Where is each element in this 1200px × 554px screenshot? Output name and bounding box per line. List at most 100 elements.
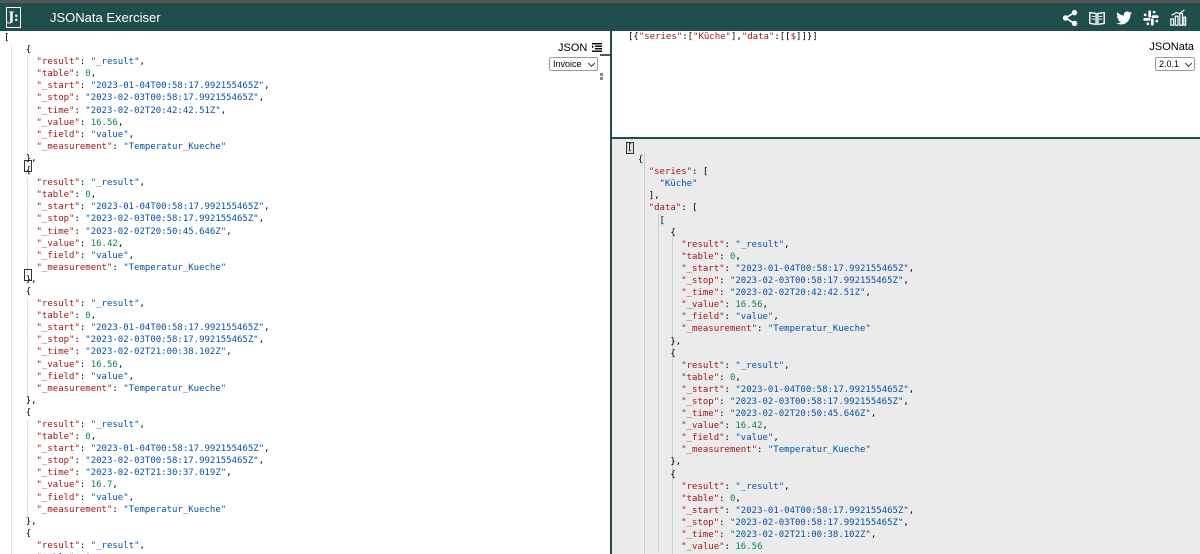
code-line: "_measurement": "Temperatur_Kueche"	[681, 324, 871, 335]
code-line: "_start": "2023-01-04T00:58:17.992155465…	[36, 81, 270, 92]
code-line: },	[25, 516, 37, 527]
code-line: "_time": "2023-02-02T20:42:42.51Z",	[681, 288, 871, 299]
code-line: [	[4, 33, 10, 43]
code-line: "_field": "value",	[36, 371, 135, 382]
book-icon[interactable]	[1087, 8, 1107, 28]
code-line: "_stop": "2023-02-03T00:58:17.992155465Z…	[36, 456, 265, 467]
code-line: "_start": "2023-01-04T00:58:17.992155465…	[681, 505, 915, 516]
stats-icon[interactable]	[1168, 8, 1188, 28]
code-line: "_measurement": "Temperatur_Kueche"	[681, 445, 871, 456]
code-line: "result": "_result",	[36, 540, 145, 551]
format-icon[interactable]	[592, 43, 603, 55]
input-scroll-overview[interactable]	[600, 31, 610, 554]
code-line: "_value": 16.56,	[681, 300, 768, 311]
code-line: "_start": "2023-01-04T00:58:17.992155465…	[681, 384, 915, 395]
input-editor[interactable]: [ { "result": "_result", "table": 0, "_s…	[0, 31, 610, 554]
code-line: "result": "_result",	[36, 178, 145, 189]
code-line: "result": "_result",	[36, 299, 145, 310]
code-line: [	[659, 215, 665, 226]
code-line: "_stop": "2023-02-03T00:58:17.992155465Z…	[681, 396, 909, 407]
twitter-icon[interactable]	[1114, 8, 1134, 28]
code-line: "_stop": "2023-02-03T00:58:17.992155465Z…	[36, 335, 265, 346]
sample-select-value: Invoice	[553, 59, 582, 69]
code-line: "_value": 16.56,	[36, 117, 124, 128]
result-json-code: [ { "series": [ "Küche" ], "data": [ [ {…	[627, 142, 914, 553]
code-line: "table": 0,	[36, 190, 97, 201]
code-line: "_start": "2023-01-04T00:58:17.992155465…	[36, 444, 270, 455]
code-line: "table": 0,	[681, 493, 741, 504]
format-label: JSON	[558, 42, 588, 54]
sample-select[interactable]: Invoice	[549, 57, 598, 71]
code-line: "result": "_result",	[681, 481, 790, 492]
code-line: "_time": "2023-02-02T20:50:45.646Z",	[36, 226, 232, 237]
code-line: "table": 0,	[681, 251, 741, 262]
code-line: "_time": "2023-02-02T20:50:45.646Z",	[681, 409, 877, 420]
expression-code: [{"series":["Küche"],"data":[[$]]}]	[628, 31, 818, 43]
code-line: {	[25, 407, 32, 418]
code-line: "result": "_result",	[36, 57, 145, 68]
code-line: "Küche"	[659, 179, 698, 190]
version-select-value: 2.0.1	[1159, 59, 1180, 69]
code-line: },	[25, 274, 37, 285]
code-line: "_time": "2023-02-02T21:30:37.019Z",	[36, 468, 232, 479]
code-line: {	[25, 166, 32, 177]
code-line: "_value": 16.56,	[36, 359, 124, 370]
version-select[interactable]: 2.0.1	[1155, 57, 1195, 71]
code-line: "table": 0,	[36, 69, 97, 80]
code-line: "table": 0,	[36, 311, 97, 322]
code-line: "table": 0,	[36, 432, 97, 443]
code-line: {	[670, 348, 676, 359]
jsonata-label: JSONata	[1149, 41, 1194, 53]
code-line: "data": [	[648, 203, 698, 214]
code-line: "_stop": "2023-02-03T00:58:17.992155465Z…	[681, 276, 909, 287]
code-line: },	[670, 457, 682, 468]
code-line: "_value": 16.7,	[36, 480, 118, 491]
code-line: "_start": "2023-01-04T00:58:17.992155465…	[681, 263, 915, 274]
code-line: "_stop": "2023-02-03T00:58:17.992155465Z…	[36, 93, 265, 104]
chevron-down-icon	[587, 59, 596, 68]
code-line: "_field": "value",	[36, 250, 135, 261]
top-bar: J: JSONata Exerciser	[0, 0, 1200, 31]
code-line: "_value": 16.56	[681, 542, 763, 553]
code-line: {	[25, 45, 32, 56]
code-line: "_stop": "2023-02-03T00:58:17.992155465Z…	[681, 517, 909, 528]
code-line: {	[25, 528, 32, 539]
code-line: {	[637, 155, 644, 166]
code-line: "_stop": "2023-02-03T00:58:17.992155465Z…	[36, 214, 265, 225]
code-line: },	[25, 395, 37, 406]
code-line: [{"series":["Küche"],"data":[[$]]}]	[628, 32, 818, 42]
format-json-label[interactable]: JSON	[558, 42, 603, 55]
code-line: "series": [	[648, 167, 709, 178]
result-panel: [ { "series": [ "Küche" ], "data": [ [ {…	[612, 139, 1200, 554]
code-line: "_time": "2023-02-02T21:00:38.102Z",	[681, 530, 877, 540]
slack-icon[interactable]	[1141, 8, 1161, 28]
code-line: "result": "_result",	[681, 239, 790, 250]
share-icon[interactable]	[1060, 8, 1080, 28]
code-line: "_value": 16.42,	[36, 238, 124, 249]
code-line: },	[25, 153, 37, 164]
code-line: "table": 0,	[681, 372, 741, 383]
code-line: "_measurement": "Temperatur_Kueche"	[36, 262, 227, 273]
code-line: "result": "_result",	[681, 360, 790, 371]
code-line: },	[670, 336, 682, 347]
code-line: "_start": "2023-01-04T00:58:17.992155465…	[36, 323, 270, 334]
expression-editor[interactable]: [{"series":["Küche"],"data":[[$]]}]	[612, 31, 1200, 137]
code-line: ],	[648, 191, 660, 202]
code-line: [	[627, 143, 633, 153]
code-line: "_field": "value",	[36, 129, 135, 140]
code-line: {	[670, 469, 676, 480]
code-line: {	[25, 286, 32, 297]
jsonata-logo: J:	[6, 7, 21, 28]
code-line: {	[670, 227, 676, 238]
chevron-down-icon	[1184, 59, 1193, 68]
app-title: JSONata Exerciser	[50, 10, 161, 25]
code-line: "_measurement": "Temperatur_Kueche"	[36, 141, 227, 152]
code-line: "_time": "2023-02-02T21:00:38.102Z",	[36, 347, 232, 358]
code-line: "_field": "value",	[681, 312, 779, 323]
code-line: "_value": 16.42,	[681, 421, 768, 432]
code-line: "result": "_result",	[36, 420, 145, 430]
code-line: "_measurement": "Temperatur_Kueche"	[36, 383, 227, 394]
code-line: "_field": "value",	[681, 433, 779, 444]
code-line: "_measurement": "Temperatur_Kueche"	[36, 504, 227, 515]
input-json-code: [ { "result": "_result", "table": 0, "_s…	[4, 32, 270, 554]
